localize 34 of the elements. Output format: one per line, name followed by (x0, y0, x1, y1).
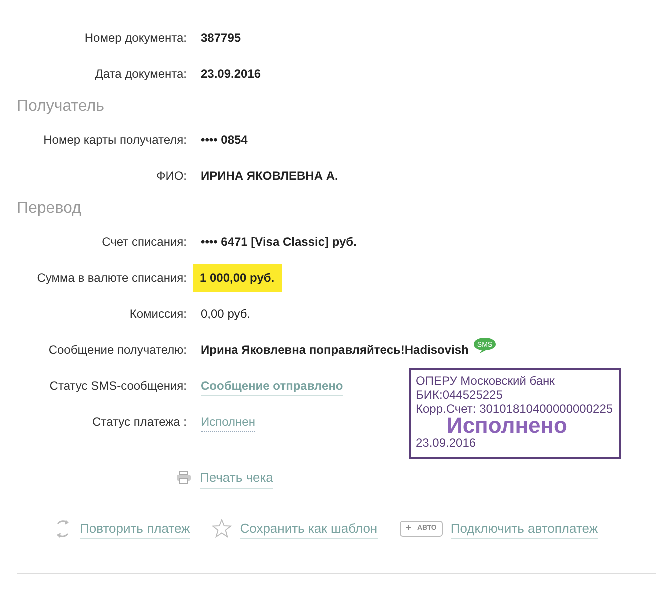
stamp-text: ОПЕРУ Московский банк (416, 374, 556, 388)
action-link[interactable]: Сохранить как шаблон (240, 518, 378, 539)
field-label: Статус SMS-сообщения: (48, 378, 187, 395)
action-link[interactable]: Подключить автоплатеж (450, 518, 598, 539)
field-label: Сообщение получателю: (48, 342, 187, 359)
action-link[interactable]: Повторить платеж (80, 518, 190, 539)
field-label: Дата документа: (94, 66, 187, 83)
field-label: Номер карты получателя: (42, 132, 187, 149)
field-label: Комиссия: (128, 306, 187, 323)
printer-icon[interactable] (176, 471, 192, 486)
field-value: 387795 (201, 30, 242, 47)
field-value: •••• 0854 (201, 132, 248, 149)
field-label: Номер документа: (84, 30, 187, 47)
message-text: Ирина Яковлевна поправляйтесь!Hadisovish (201, 342, 469, 359)
stamp-date: 23.09.2016 (416, 436, 478, 450)
stamp-text: БИК:044525225 (416, 388, 504, 402)
badge-plus: + (406, 522, 412, 536)
field-value: •••• 6471 [Visa Classic] руб. (201, 234, 357, 251)
field-value: 23.09.2016 (201, 66, 262, 83)
status-link[interactable]: Сообщение отправлено (201, 376, 344, 396)
section-heading: Получатель (17, 97, 104, 117)
field-label: ФИО: (156, 168, 187, 185)
field-label: Статус платежа : (92, 414, 187, 431)
print-link[interactable]: Печать чека (200, 468, 274, 488)
star-icon[interactable] (212, 519, 232, 538)
section-heading: Перевод (17, 199, 82, 219)
field-value: 0,00 руб. (201, 306, 251, 323)
stamp-status: Исполнено (447, 416, 568, 436)
field-value: ИРИНА ЯКОВЛЕВНА А. (201, 168, 338, 185)
field-label: Счет списания: (101, 234, 187, 251)
status-text: Исполнен (201, 412, 256, 432)
stamp-text: Корр.Счет: 30101810400000000225 (416, 402, 614, 416)
amount-highlight: 1 000,00 руб. (193, 264, 282, 292)
field-label: Сумма в валюте списания: (36, 270, 187, 287)
